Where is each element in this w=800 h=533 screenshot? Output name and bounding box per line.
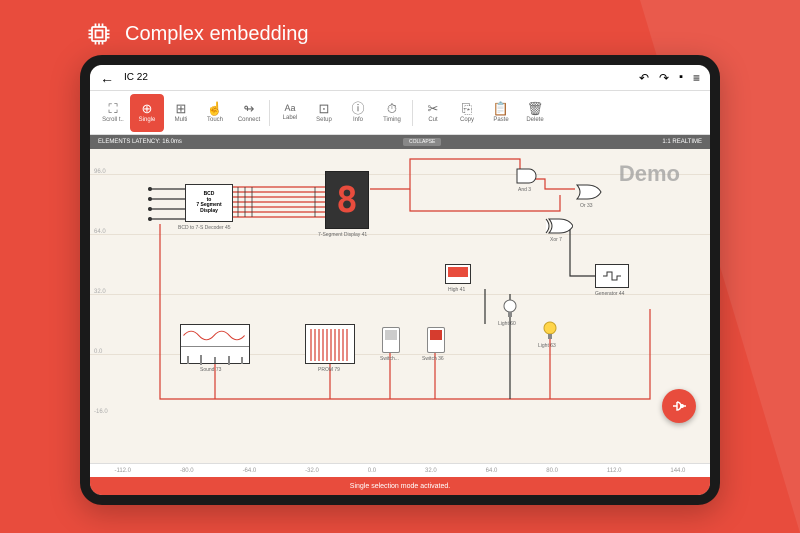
realtime-label: 1:1 REALTIME: [662, 139, 702, 145]
circuit-canvas[interactable]: 96.0 64.0 32.0 0.0 -16.0 Demo BCDto7 Seg…: [90, 149, 710, 463]
app-header: ← IC 22 ↶ ↷ ▪ ≡: [90, 65, 710, 91]
latency-label: ELEMENTS LATENCY: 16.0ms: [98, 139, 182, 145]
tool-paste[interactable]: 📋Paste: [484, 94, 518, 132]
redo-button[interactable]: ↷: [659, 71, 669, 85]
menu-button[interactable]: ≡: [693, 71, 700, 85]
switch-1[interactable]: [382, 327, 400, 353]
tablet-frame: ← IC 22 ↶ ↷ ▪ ≡ ⛶Scroll t.. ⊕Single ⊞Mul…: [80, 55, 720, 505]
xor-gate[interactable]: [545, 217, 573, 235]
tool-delete[interactable]: 🗑Delete: [518, 94, 552, 132]
ruler-x: -112.0-80.0-64.0-32.00.032.064.080.0112.…: [90, 463, 710, 477]
tool-touch[interactable]: ☝Touch: [198, 94, 232, 132]
back-button[interactable]: ←: [100, 70, 114, 86]
tool-cut[interactable]: ✂Cut: [416, 94, 450, 132]
light-bulb-2[interactable]: [543, 321, 557, 341]
tool-connect[interactable]: ↬Connect: [232, 94, 266, 132]
chip-icon: [85, 20, 113, 48]
footer-status: Single selection mode activated.: [90, 477, 710, 495]
status-bar: ELEMENTS LATENCY: 16.0ms COLLAPSE 1:1 RE…: [90, 135, 710, 149]
tool-multi[interactable]: ⊞Multi: [164, 94, 198, 132]
tool-timing[interactable]: ⏱Timing: [375, 94, 409, 132]
prom-component[interactable]: [305, 324, 355, 364]
generator[interactable]: [595, 264, 629, 288]
seven-segment-display[interactable]: 8: [325, 171, 369, 229]
undo-button[interactable]: ↶: [639, 71, 649, 85]
sound-component[interactable]: [180, 324, 250, 364]
tool-setup[interactable]: ⊡Setup: [307, 94, 341, 132]
save-button[interactable]: ▪: [679, 71, 683, 85]
document-title: IC 22: [124, 72, 148, 83]
toolbar: ⛶Scroll t.. ⊕Single ⊞Multi ☝Touch ↬Conne…: [90, 91, 710, 135]
tool-single[interactable]: ⊕Single: [130, 94, 164, 132]
page-title: Complex embedding: [125, 23, 308, 46]
high-component[interactable]: [445, 264, 471, 284]
tool-scroll[interactable]: ⛶Scroll t..: [96, 94, 130, 132]
tool-info[interactable]: ⓘInfo: [341, 94, 375, 132]
demo-watermark: Demo: [619, 161, 680, 187]
or-gate[interactable]: [575, 183, 603, 201]
switch-2[interactable]: [427, 327, 445, 353]
and-gate[interactable]: [515, 167, 543, 185]
add-component-fab[interactable]: [662, 389, 696, 423]
bcd-decoder[interactable]: BCDto7 SegmentDisplay: [185, 184, 233, 222]
tool-label[interactable]: AaLabel: [273, 94, 307, 132]
light-bulb-1[interactable]: [503, 299, 517, 319]
collapse-button[interactable]: COLLAPSE: [403, 138, 441, 146]
tool-copy[interactable]: ⎘Copy: [450, 94, 484, 132]
